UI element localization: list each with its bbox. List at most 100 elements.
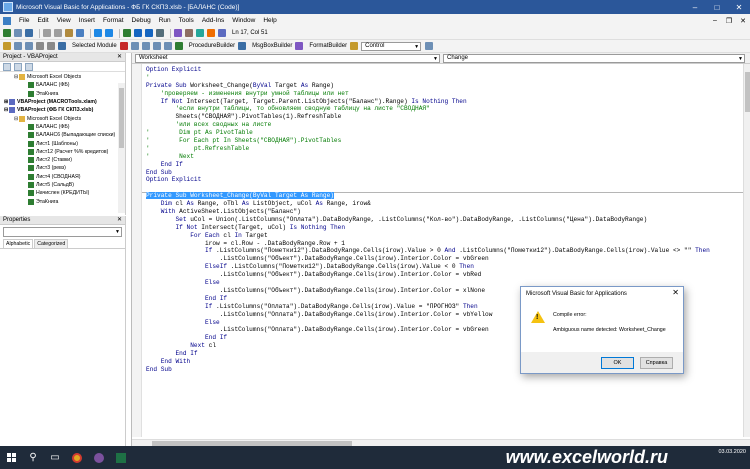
break-icon[interactable]	[134, 29, 142, 37]
close-icon[interactable]: ✕	[117, 53, 122, 60]
menu-view[interactable]: View	[53, 17, 75, 24]
tree-node[interactable]: БАЛАНС6 (Выпадающие списки)	[0, 131, 125, 139]
procedure-builder-button[interactable]: ProcedureBuilder	[186, 43, 238, 49]
menu-help[interactable]: Help	[259, 17, 280, 24]
close-button[interactable]: ✕	[728, 0, 750, 14]
tree-node[interactable]: ⊟ VBAProject (ФБ ГК СКПЗ.xlsb)	[0, 106, 125, 114]
close-icon[interactable]: ✕	[672, 288, 679, 297]
procedure-builder-icon[interactable]	[174, 42, 183, 50]
msgbox-builder-icon[interactable]	[238, 42, 247, 50]
menu-insert[interactable]: Insert	[75, 17, 99, 24]
tree-node[interactable]: Лист2 (Ставки)	[0, 156, 125, 164]
procedure-select[interactable]: Change ▼	[443, 53, 745, 63]
close-icon[interactable]: ✕	[117, 216, 122, 223]
control-icon[interactable]	[350, 42, 359, 50]
tree-node[interactable]: Лист3 (ревз)	[0, 164, 125, 172]
start-button[interactable]	[0, 446, 22, 469]
viber-taskbar-button[interactable]	[88, 446, 110, 469]
doc-close-button[interactable]: ✕	[736, 17, 750, 25]
excel-taskbar-button[interactable]	[110, 446, 132, 469]
menu-addins[interactable]: Add-Ins	[198, 17, 228, 24]
minimize-button[interactable]: –	[684, 0, 706, 14]
indicator-margin[interactable]	[132, 64, 142, 437]
format-builder-button[interactable]: FormatBuilder	[306, 43, 350, 49]
code-line[interactable]: 'проверяем - изменения внутри умной табл…	[146, 90, 710, 98]
menu-file[interactable]: File	[15, 17, 33, 24]
properties-object-select[interactable]: ▼	[3, 227, 122, 237]
cut-icon[interactable]	[43, 29, 51, 37]
chrome-taskbar-button[interactable]	[66, 446, 88, 469]
list-icon[interactable]	[130, 42, 139, 50]
toggle-folders-icon[interactable]	[25, 62, 33, 71]
uncomment-icon[interactable]	[47, 42, 55, 50]
macrotools-icon[interactable]	[3, 42, 11, 50]
doc-restore-button[interactable]: ❐	[722, 17, 736, 25]
menu-edit[interactable]: Edit	[33, 17, 52, 24]
object-browser-icon[interactable]	[196, 29, 204, 37]
code-line[interactable]: ' Dim pt As PivotTable	[146, 129, 710, 137]
tree-node[interactable]: Лист12 (Расчет %% кредитов)	[0, 148, 125, 156]
code-line[interactable]: Private Sub Worksheet_Change(ByVal Targe…	[146, 82, 710, 90]
selected-code[interactable]: Private Sub Worksheet_Change(ByVal Targe…	[146, 192, 334, 200]
msgbox-builder-button[interactable]: MsgBoxBuilder	[249, 43, 295, 49]
excel-view-icon[interactable]	[3, 29, 11, 37]
run-icon[interactable]	[123, 29, 131, 37]
code-horizontal-scrollbar[interactable]	[132, 439, 750, 446]
code-line[interactable]: For Each cl In Target	[146, 232, 710, 240]
toolbox-icon[interactable]	[207, 29, 215, 37]
tree-node[interactable]: ⊟ Microsoft Excel Objects	[0, 73, 125, 81]
menu-format[interactable]: Format	[99, 17, 128, 24]
comment-icon[interactable]	[36, 42, 44, 50]
code-line[interactable]: Option Explicit	[146, 176, 710, 184]
tree-node[interactable]: Начислен (КРЕДИТЫ)	[0, 189, 125, 197]
code-line[interactable]: 'если внутри таблицы, то обновляем сводн…	[146, 105, 710, 113]
tab-alphabetic[interactable]: Alphabetic	[3, 239, 34, 248]
tree-node[interactable]: Лист5 (СальдВ)	[0, 181, 125, 189]
code-line[interactable]: '	[146, 74, 710, 82]
task-view-button[interactable]: ▭	[44, 446, 66, 469]
undo-icon[interactable]	[94, 29, 102, 37]
reset-icon[interactable]	[145, 29, 153, 37]
control-select[interactable]: Control ▼	[361, 41, 422, 51]
view-object-icon[interactable]	[14, 62, 22, 71]
project-scrollbar[interactable]	[118, 83, 125, 213]
code-line[interactable]: ElseIf .ListColumns("Пометки12").DataBod…	[146, 263, 710, 271]
code-line[interactable]: ' Next	[146, 153, 710, 161]
code-line[interactable]: ' For Each pt In Sheets("СВОДНАЯ").Pivot…	[146, 137, 710, 145]
indent-icon[interactable]	[14, 42, 22, 50]
search-button[interactable]: ⚲	[22, 446, 44, 469]
help-icon[interactable]	[218, 29, 226, 37]
tree-node[interactable]: ЭтаКнига	[0, 197, 125, 205]
grid-icon[interactable]	[141, 42, 150, 50]
remove-icon[interactable]	[119, 42, 128, 50]
code-line[interactable]: With ActiveSheet.ListObjects("Баланс")	[146, 208, 710, 216]
tree-node[interactable]: Лист1 (Шаблоны)	[0, 139, 125, 147]
design-mode-icon[interactable]	[156, 29, 164, 37]
code-line[interactable]	[146, 184, 710, 192]
maximize-button[interactable]: □	[706, 0, 728, 14]
bookmark-icon[interactable]	[58, 42, 66, 50]
properties-window-icon[interactable]	[185, 29, 193, 37]
object-select[interactable]: Worksheet ▼	[135, 53, 440, 63]
code-line[interactable]: irow = cl.Row - .DataBodyRange.Row + 1	[146, 240, 710, 248]
align-icon[interactable]	[152, 42, 161, 50]
code-line[interactable]: Private Sub Worksheet_Change(ByVal Targe…	[146, 192, 710, 200]
view-code-icon[interactable]	[3, 62, 11, 71]
doc-minimize-button[interactable]: –	[708, 17, 722, 24]
outdent-icon[interactable]	[25, 42, 33, 50]
redo-icon[interactable]	[105, 29, 113, 37]
save-icon[interactable]	[25, 29, 33, 37]
tree-node[interactable]: БАЛАНС (ФБ)	[0, 123, 125, 131]
tree-node[interactable]: ЭтаКнига	[0, 90, 125, 98]
code-line[interactable]: End Sub	[146, 169, 710, 177]
tree-node[interactable]: Лист4 (СВОДНАЯ)	[0, 173, 125, 181]
code-line[interactable]: End If	[146, 161, 710, 169]
menu-window[interactable]: Window	[228, 17, 259, 24]
code-line[interactable]: .ListColumns("Объект").DataBodyRange.Cel…	[146, 255, 710, 263]
menu-run[interactable]: Run	[155, 17, 175, 24]
selected-module-label[interactable]: Selected Module	[69, 43, 120, 49]
code-line[interactable]: If Not Intersect(Target, Target.Parent.L…	[146, 98, 710, 106]
ok-button[interactable]: OK	[601, 357, 634, 369]
find-icon[interactable]	[76, 29, 84, 37]
copy-icon[interactable]	[54, 29, 62, 37]
